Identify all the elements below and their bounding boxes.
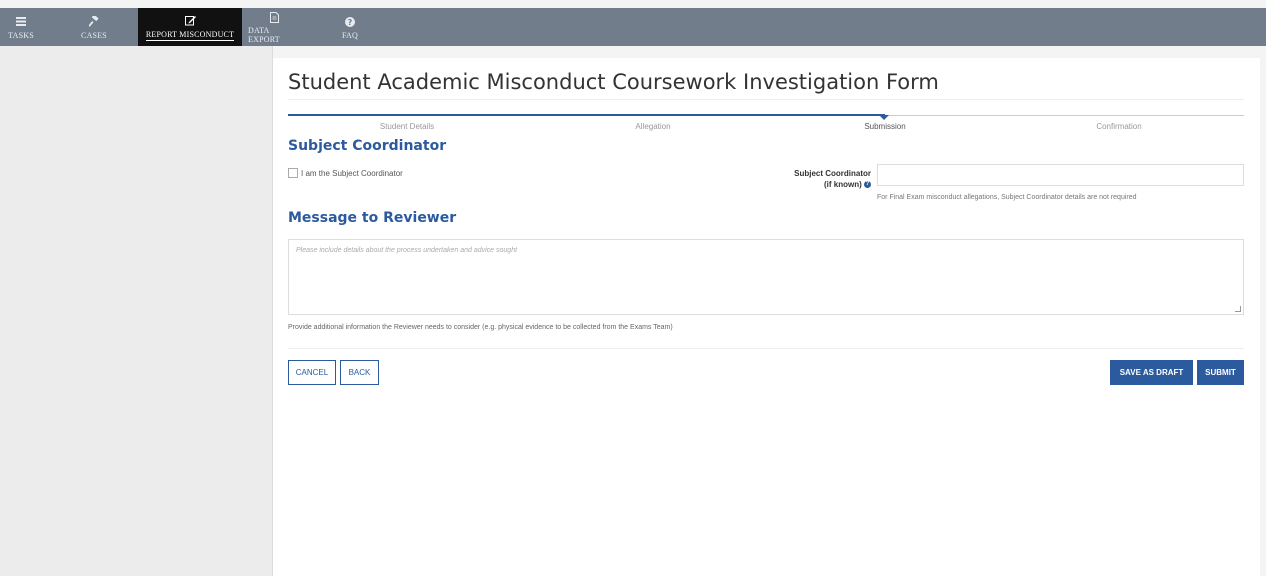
- message-placeholder: Please include details about the process…: [296, 247, 518, 254]
- page-title: Student Academic Misconduct Coursework I…: [288, 70, 939, 94]
- subject-coordinator-help-text: For Final Exam misconduct allegations, S…: [877, 194, 1137, 201]
- nav-data-export-label: DATA EXPORT: [248, 26, 280, 44]
- subject-coordinator-label-line2: (if known): [823, 180, 862, 189]
- nav-report-misconduct-label: REPORT MISCONDUCT: [145, 29, 235, 41]
- nav-tasks-label: TASKS: [8, 30, 34, 40]
- progress-fill: [288, 114, 885, 116]
- nav-faq[interactable]: ? FAQ: [336, 8, 364, 46]
- nav-report-misconduct[interactable]: REPORT MISCONDUCT: [138, 8, 242, 46]
- form-divider: [288, 348, 1244, 349]
- list-icon: [16, 15, 26, 29]
- form-panel: Student Academic Misconduct Coursework I…: [273, 58, 1260, 576]
- progress-marker: [879, 115, 889, 120]
- submit-button[interactable]: SUBMIT: [1197, 360, 1244, 385]
- nav-faq-label: FAQ: [341, 30, 358, 40]
- step-submission: Submission: [864, 122, 906, 131]
- help-icon[interactable]: ?: [864, 181, 871, 189]
- subject-coordinator-checkbox-row[interactable]: I am the Subject Coordinator: [288, 168, 403, 178]
- title-divider: [288, 99, 1244, 100]
- nav-cases[interactable]: CASES: [78, 8, 110, 46]
- subject-coordinator-checkbox-label: I am the Subject Coordinator: [301, 168, 403, 178]
- subject-coordinator-heading: Subject Coordinator: [288, 138, 447, 154]
- step-confirmation: Confirmation: [1096, 122, 1142, 131]
- nav-data-export[interactable]: DATA EXPORT: [248, 8, 300, 46]
- message-to-reviewer-heading: Message to Reviewer: [288, 210, 457, 226]
- question-icon: ?: [345, 15, 355, 29]
- message-textarea[interactable]: Please include details about the process…: [288, 239, 1244, 315]
- save-as-draft-button[interactable]: SAVE AS DRAFT: [1110, 360, 1193, 385]
- nav-tasks[interactable]: TASKS: [6, 8, 36, 46]
- left-sidebar: [0, 46, 272, 576]
- svg-text:?: ?: [348, 18, 353, 27]
- nav-cases-label: CASES: [81, 30, 107, 40]
- subject-coordinator-input[interactable]: [877, 164, 1244, 186]
- edit-icon: [184, 14, 196, 28]
- gavel-icon: [88, 15, 100, 29]
- subject-coordinator-checkbox[interactable]: [288, 168, 298, 178]
- top-nav-bar: TASKS CASES REPORT MISCONDUCT DATA EXPOR…: [0, 8, 1266, 46]
- cancel-button[interactable]: CANCEL: [288, 360, 336, 385]
- step-student-details: Student Details: [379, 122, 435, 131]
- message-help-text: Provide additional information the Revie…: [288, 324, 673, 331]
- subject-coordinator-field-label: Subject Coordinator (if known) ?: [723, 168, 871, 190]
- step-allegation: Allegation: [635, 122, 671, 131]
- subject-coordinator-label-line1: Subject Coordinator: [794, 169, 871, 178]
- resize-handle-icon[interactable]: [1235, 306, 1241, 312]
- back-button[interactable]: BACK: [340, 360, 379, 385]
- document-export-icon: [269, 10, 279, 24]
